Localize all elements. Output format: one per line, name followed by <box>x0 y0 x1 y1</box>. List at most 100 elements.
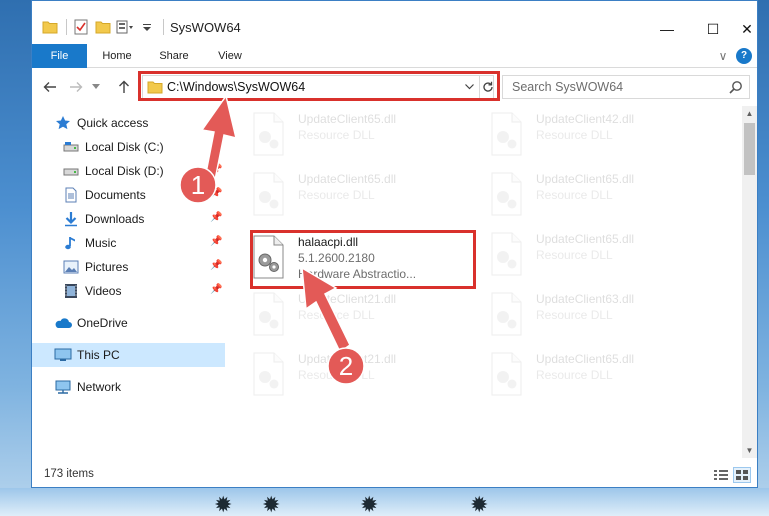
tiles-view-button[interactable] <box>733 467 751 483</box>
tab-view[interactable]: View <box>208 44 252 68</box>
chevron-down-icon[interactable] <box>137 17 157 37</box>
file-name: UpdateClient65.dll <box>536 232 635 246</box>
sidebar-item-onedrive[interactable]: OneDrive <box>32 311 225 335</box>
file-name: UpdateClient21.dll <box>298 292 397 306</box>
pin-icon[interactable]: 📌 <box>210 236 222 247</box>
sidebar-item-label: Music <box>85 236 117 250</box>
tab-file[interactable]: File <box>32 44 87 68</box>
file-name: UpdateClient65.dll <box>298 112 397 126</box>
dll-file-icon <box>491 352 522 396</box>
palm-tree-silhouette: ✹ <box>262 492 281 516</box>
details-view-button[interactable] <box>712 467 730 483</box>
drive-icon <box>62 162 80 180</box>
new-folder-icon[interactable] <box>93 17 113 37</box>
file-tile[interactable]: UpdateClient65.dll Resource DLL <box>466 226 688 280</box>
file-tile[interactable]: UpdateClient65.dll Resource DLL <box>466 346 688 400</box>
customize-toolbar-icon[interactable] <box>115 17 135 37</box>
downloads-icon <box>62 210 80 228</box>
network-icon <box>54 378 72 396</box>
close-button[interactable]: ✕ <box>736 15 757 43</box>
sidebar-item-network[interactable]: Network <box>32 375 225 399</box>
expand-ribbon-button[interactable]: ∨ <box>714 44 732 68</box>
chevron-down-icon <box>92 84 100 89</box>
music-icon <box>62 234 80 252</box>
sidebar-item-music[interactable]: Music 📌 <box>32 231 225 255</box>
pin-icon[interactable]: 📌 <box>210 164 222 175</box>
file-tile[interactable]: UpdateClient21.dll Resource DLL <box>228 346 450 400</box>
dll-file-icon <box>491 172 522 216</box>
file-tile[interactable]: UpdateClient42.dll Resource DLL <box>466 106 688 160</box>
pictures-icon <box>62 258 80 276</box>
sidebar-item-this-pc[interactable]: This PC <box>32 343 225 367</box>
vertical-scrollbar[interactable]: ▲ ▼ <box>742 106 757 458</box>
ribbon: File Home Share View ∨ ? <box>32 44 757 68</box>
pin-icon[interactable]: 📌 <box>210 188 222 199</box>
dll-file-icon <box>253 172 284 216</box>
file-highlight <box>250 230 476 289</box>
title-bar: SysWOW64 — ☐ ✕ <box>32 1 757 42</box>
pc-icon <box>54 346 72 364</box>
palm-tree-silhouette: ✹ <box>470 492 489 516</box>
file-name: UpdateClient21.dll <box>298 352 397 366</box>
sidebar-item-pictures[interactable]: Pictures 📌 <box>32 255 225 279</box>
pin-icon[interactable]: 📌 <box>210 284 222 295</box>
sidebar-item-videos[interactable]: Videos 📌 <box>32 279 225 303</box>
minimize-button[interactable]: — <box>644 15 690 43</box>
sidebar-item-label: Local Disk (D:) <box>85 164 164 178</box>
arrow-up-icon <box>119 80 129 93</box>
scroll-up-button[interactable]: ▲ <box>742 106 757 121</box>
file-name: UpdateClient65.dll <box>298 172 397 186</box>
item-count: 173 items <box>44 468 94 480</box>
file-tile[interactable]: UpdateClient65.dll Resource DLL <box>228 166 450 220</box>
sidebar-item-documents[interactable]: Documents 📌 <box>32 183 225 207</box>
window-title: SysWOW64 <box>170 20 241 35</box>
help-button[interactable]: ? <box>736 48 752 64</box>
search-input[interactable]: Search SysWOW64 <box>502 75 750 99</box>
file-name: UpdateClient65.dll <box>536 172 635 186</box>
scroll-thumb[interactable] <box>744 123 755 175</box>
explorer-window: SysWOW64 — ☐ ✕ File Home Share View ∨ ? … <box>31 0 758 488</box>
back-button[interactable] <box>40 77 60 97</box>
tab-share[interactable]: Share <box>152 44 196 68</box>
sidebar-item-downloads[interactable]: Downloads 📌 <box>32 207 225 231</box>
properties-icon[interactable] <box>71 17 91 37</box>
navigation-pane: Quick access Local Disk (C:) 📌 Local Dis… <box>32 106 227 458</box>
sidebar-item-label: Videos <box>85 284 122 298</box>
file-tile[interactable]: UpdateClient21.dll Resource DLL <box>228 286 450 340</box>
pin-icon[interactable]: 📌 <box>210 260 222 271</box>
sidebar-item-label: Network <box>77 380 122 394</box>
file-description: Resource DLL <box>536 368 613 382</box>
search-icon <box>729 81 742 94</box>
file-tile[interactable]: UpdateClient65.dll Resource DLL <box>466 166 688 220</box>
file-tile[interactable]: UpdateClient63.dll Resource DLL <box>466 286 688 340</box>
dll-file-icon <box>491 292 522 336</box>
pin-icon[interactable]: 📌 <box>210 140 222 151</box>
scroll-down-button[interactable]: ▼ <box>742 443 757 458</box>
arrow-right-icon <box>70 82 83 92</box>
sidebar-item-label: Documents <box>85 188 146 202</box>
up-button[interactable] <box>114 77 134 97</box>
dll-file-icon <box>253 112 284 156</box>
folder-icon[interactable] <box>40 17 60 37</box>
sidebar-item-quick-access[interactable]: Quick access <box>32 111 225 135</box>
arrow-left-icon <box>43 82 56 92</box>
navigation-bar: C:\Windows\SysWOW64 Search SysWOW64 <box>32 71 757 103</box>
recent-locations-button[interactable] <box>86 77 106 97</box>
sidebar-item-label: Pictures <box>85 260 129 274</box>
forward-button[interactable] <box>66 77 86 97</box>
search-placeholder: Search SysWOW64 <box>512 80 624 94</box>
status-bar: 173 items <box>32 463 757 487</box>
sidebar-item-local-disk-c[interactable]: Local Disk (C:) 📌 <box>32 135 225 159</box>
pin-icon[interactable]: 📌 <box>210 212 222 223</box>
file-tile[interactable]: UpdateClient65.dll Resource DLL <box>228 106 450 160</box>
dll-file-icon <box>253 352 284 396</box>
tab-home[interactable]: Home <box>94 44 140 68</box>
file-description: Resource DLL <box>298 128 375 142</box>
dll-file-icon <box>491 112 522 156</box>
dll-file-icon <box>253 292 284 336</box>
maximize-button[interactable]: ☐ <box>690 15 736 43</box>
file-description: Resource DLL <box>536 128 613 142</box>
file-description: Resource DLL <box>298 308 375 322</box>
sidebar-item-local-disk-d[interactable]: Local Disk (D:) 📌 <box>32 159 225 183</box>
toolbar-divider <box>66 19 67 35</box>
